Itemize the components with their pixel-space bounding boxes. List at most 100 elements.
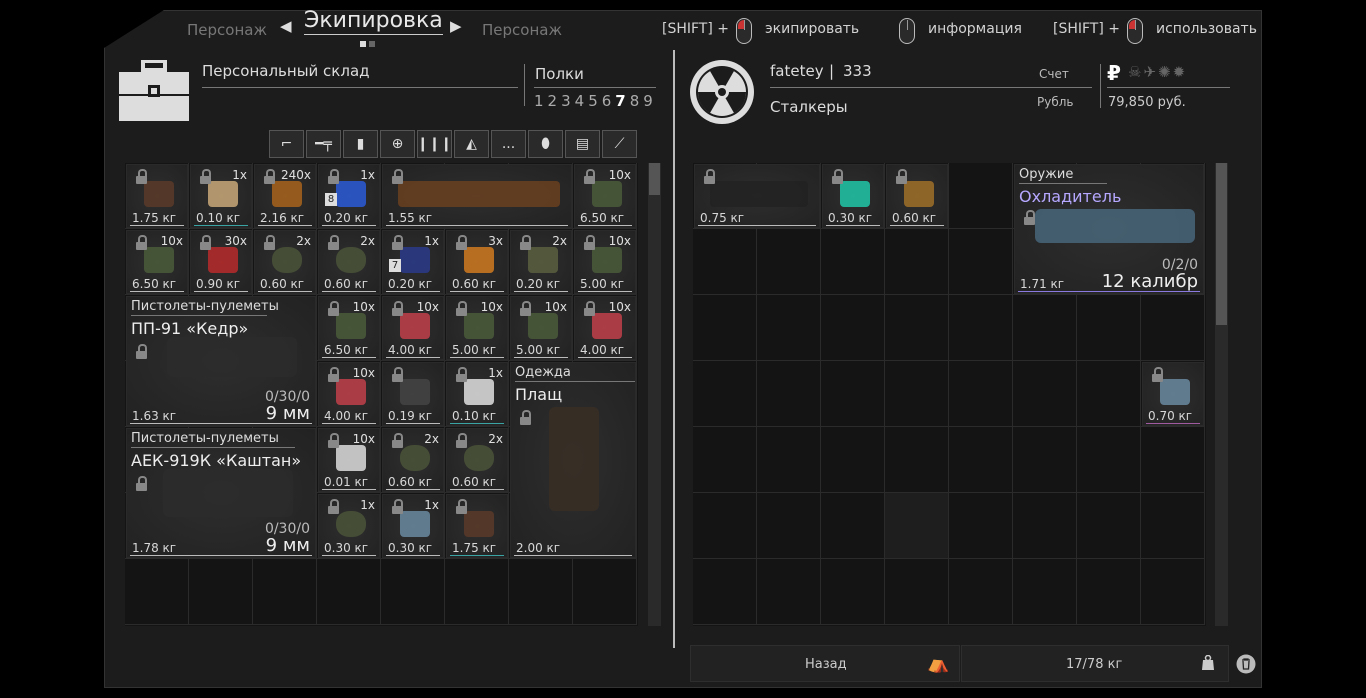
weapon-item[interactable]: Оружие Охладитель 0/2/0 12 калибр 1.71 кг <box>1014 164 1204 294</box>
grid-cell[interactable] <box>757 295 821 361</box>
grid-cell[interactable] <box>125 559 189 625</box>
category-backpack[interactable]: ▤ <box>565 130 600 158</box>
grid-cell[interactable] <box>949 559 1013 625</box>
inventory-item[interactable]: 1.75 кг <box>126 164 188 228</box>
inventory-item[interactable]: 1x 0.10 кг <box>190 164 252 228</box>
grid-cell[interactable] <box>821 559 885 625</box>
arrow-right-icon[interactable]: ▶ <box>450 17 462 35</box>
category-artifact[interactable]: ◭ <box>454 130 489 158</box>
grid-cell[interactable] <box>821 229 885 295</box>
inventory-item[interactable]: 1x 0.30 кг <box>382 494 444 558</box>
grid-cell[interactable] <box>509 559 573 625</box>
grid-cell[interactable] <box>1077 361 1141 427</box>
grid-cell[interactable] <box>1013 559 1077 625</box>
ruble-icon[interactable]: ₽ <box>1107 61 1121 85</box>
shelf-7[interactable]: 7 <box>615 92 625 110</box>
weapon-item[interactable]: Одежда Плащ 2.00 кг <box>510 362 636 558</box>
grid-cell[interactable] <box>573 559 637 625</box>
grid-cell[interactable] <box>821 427 885 493</box>
grid-cell[interactable] <box>693 559 757 625</box>
category-pistol[interactable]: ⌐ <box>269 130 304 158</box>
grid-cell[interactable] <box>885 295 949 361</box>
shelf-4[interactable]: 4 <box>575 92 585 110</box>
grid-cell[interactable] <box>693 229 757 295</box>
inventory-item[interactable]: 240x 2.16 кг <box>254 164 316 228</box>
grid-cell[interactable] <box>885 427 949 493</box>
category-knife[interactable]: ⟋ <box>602 130 637 158</box>
grid-cell[interactable] <box>821 295 885 361</box>
grid-cell[interactable] <box>1077 493 1141 559</box>
grid-cell[interactable] <box>821 361 885 427</box>
grid-cell[interactable] <box>949 493 1013 559</box>
grid-cell[interactable] <box>1141 559 1205 625</box>
grid-cell[interactable] <box>1013 427 1077 493</box>
equip-scrollbar[interactable] <box>1215 163 1228 626</box>
inventory-item[interactable]: 0.70 кг <box>1142 362 1204 426</box>
grid-cell[interactable] <box>949 361 1013 427</box>
grid-cell[interactable] <box>1141 493 1205 559</box>
inventory-item[interactable]: 10x 5.00 кг <box>446 296 508 360</box>
grid-cell[interactable] <box>693 295 757 361</box>
grid-cell[interactable] <box>253 559 317 625</box>
inventory-item[interactable]: 1x 7 0.20 кг <box>382 230 444 294</box>
grid-cell[interactable] <box>885 361 949 427</box>
inventory-item[interactable]: 10x 4.00 кг <box>574 296 636 360</box>
inventory-item[interactable]: 10x 4.00 кг <box>382 296 444 360</box>
inventory-item[interactable]: 10x 6.50 кг <box>574 164 636 228</box>
grid-cell[interactable] <box>885 493 949 559</box>
grid-cell[interactable] <box>949 229 1013 295</box>
inventory-item[interactable]: 0.60 кг <box>886 164 948 228</box>
shelf-3[interactable]: 3 <box>561 92 571 110</box>
inventory-item[interactable]: 0.19 кг <box>382 362 444 426</box>
inventory-item[interactable]: 1.75 кг <box>446 494 508 558</box>
stash-scrollbar[interactable] <box>648 163 661 626</box>
grid-cell[interactable] <box>949 295 1013 361</box>
scroll-thumb[interactable] <box>1216 163 1227 325</box>
tab-next[interactable]: Персонаж <box>482 21 562 39</box>
weapon-item[interactable]: Пистолеты-пулеметы ПП-91 «Кедр» 0/30/0 9 мм… <box>126 296 316 426</box>
grid-cell[interactable] <box>885 229 949 295</box>
shelf-6[interactable]: 6 <box>602 92 612 110</box>
grid-cell[interactable] <box>1013 493 1077 559</box>
grid-cell[interactable] <box>1077 559 1141 625</box>
inventory-item[interactable]: 3x 0.60 кг <box>446 230 508 294</box>
grid-cell[interactable] <box>693 493 757 559</box>
grid-cell[interactable] <box>949 163 1013 229</box>
inventory-item[interactable]: 10x 6.50 кг <box>126 230 188 294</box>
grid-cell[interactable] <box>821 493 885 559</box>
scroll-thumb[interactable] <box>649 163 660 195</box>
shelf-1[interactable]: 1 <box>534 92 544 110</box>
category-ammo[interactable]: ❙❙❙ <box>417 130 452 158</box>
inventory-item[interactable]: 2x 0.60 кг <box>382 428 444 492</box>
grid-cell[interactable] <box>693 427 757 493</box>
category-armor[interactable]: ▮ <box>343 130 378 158</box>
shelf-2[interactable]: 2 <box>548 92 558 110</box>
grid-cell[interactable] <box>1013 295 1077 361</box>
grid-cell[interactable] <box>757 361 821 427</box>
shelf-8[interactable]: 8 <box>630 92 640 110</box>
grid-cell[interactable] <box>1077 427 1141 493</box>
category-misc[interactable]: ... <box>491 130 526 158</box>
inventory-item[interactable]: 1x 0.10 кг <box>446 362 508 426</box>
grid-cell[interactable] <box>445 559 509 625</box>
grid-cell[interactable] <box>381 559 445 625</box>
grid-cell[interactable] <box>757 493 821 559</box>
grid-cell[interactable] <box>757 559 821 625</box>
inventory-item[interactable]: 10x 5.00 кг <box>574 230 636 294</box>
inventory-item[interactable]: 10x 4.00 кг <box>318 362 380 426</box>
grid-cell[interactable] <box>1141 295 1205 361</box>
grid-cell[interactable] <box>1013 361 1077 427</box>
inventory-item[interactable]: 1.55 кг <box>382 164 572 228</box>
inventory-item[interactable]: 0.75 кг <box>694 164 820 228</box>
grid-cell[interactable] <box>885 559 949 625</box>
inventory-item[interactable]: 2x 0.20 кг <box>510 230 572 294</box>
category-rifle[interactable]: ━╤ <box>306 130 341 158</box>
inventory-item[interactable]: 10x 0.01 кг <box>318 428 380 492</box>
inventory-item[interactable]: 2x 0.60 кг <box>318 230 380 294</box>
grid-cell[interactable] <box>757 427 821 493</box>
category-grenade[interactable]: ⬮ <box>528 130 563 158</box>
grid-cell[interactable] <box>757 229 821 295</box>
arrow-left-icon[interactable]: ◀ <box>280 17 292 35</box>
inventory-item[interactable]: 2x 0.60 кг <box>254 230 316 294</box>
grid-cell[interactable] <box>317 559 381 625</box>
